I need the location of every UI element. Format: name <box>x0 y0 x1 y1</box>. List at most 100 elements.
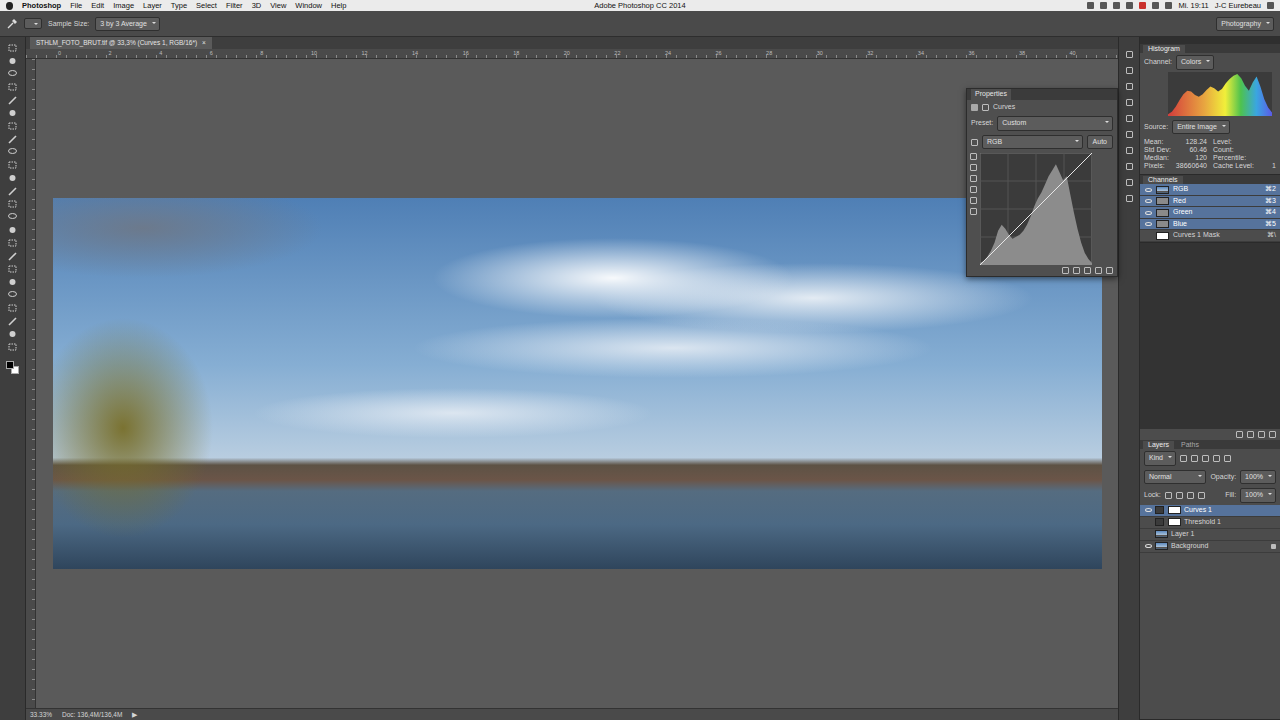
save-selection-icon[interactable] <box>1247 431 1254 438</box>
layer-row[interactable]: Threshold 1 <box>1140 517 1280 529</box>
trash-icon[interactable] <box>1106 267 1113 274</box>
filter-select[interactable]: Kind <box>1144 451 1176 466</box>
status-icon[interactable] <box>1139 2 1146 9</box>
document-tab[interactable]: STHLM_FOTO_BRUT.tif @ 33,3% (Curves 1, R… <box>30 37 212 49</box>
eyedropper-icon[interactable] <box>970 175 977 182</box>
lock-pixels-icon[interactable] <box>1165 492 1172 499</box>
tool-icon[interactable] <box>7 290 18 300</box>
auto-button[interactable]: Auto <box>1087 135 1113 150</box>
tool-icon[interactable] <box>7 121 18 131</box>
dock-icon[interactable] <box>1126 147 1133 154</box>
user-name[interactable]: J-C Eurebeau <box>1215 0 1261 11</box>
visibility-toggle[interactable] <box>1144 519 1152 525</box>
curve-line[interactable] <box>980 153 1092 265</box>
tool-icon[interactable] <box>7 95 18 105</box>
point-icon[interactable] <box>970 153 977 160</box>
tool-icon[interactable] <box>7 225 18 235</box>
dock-icon[interactable] <box>1126 131 1133 138</box>
dock-icon[interactable] <box>1126 163 1133 170</box>
tool-icon[interactable] <box>7 199 18 209</box>
menu-item[interactable]: View <box>270 0 286 11</box>
pixel-filter-icon[interactable] <box>1180 455 1187 462</box>
lock-all-icon[interactable] <box>1198 492 1205 499</box>
status-icon[interactable] <box>1100 2 1107 9</box>
smart-filter-icon[interactable] <box>1224 455 1231 462</box>
dock-icon[interactable] <box>1126 195 1133 202</box>
status-icon[interactable] <box>1152 2 1159 9</box>
channels-panel[interactable]: ChannelsRGB⌘2Red⌘3Green⌘4Blue⌘5Curves 1 … <box>1140 175 1280 243</box>
close-button[interactable]: × <box>202 38 206 48</box>
visibility-toggle[interactable] <box>1144 233 1152 239</box>
tool-icon[interactable] <box>7 212 18 222</box>
channel-row[interactable]: Green⌘4 <box>1140 207 1280 219</box>
status-icon[interactable] <box>1113 2 1120 9</box>
reset-icon[interactable] <box>1084 267 1091 274</box>
dock-icon[interactable] <box>1126 115 1133 122</box>
menu-item[interactable]: Type <box>171 0 187 11</box>
curves-icon[interactable] <box>971 104 978 111</box>
channel-select[interactable]: Colors <box>1176 55 1214 70</box>
tool-icon[interactable] <box>7 173 18 183</box>
panel-tab[interactable]: Layers <box>1143 441 1174 449</box>
tool-icon[interactable] <box>7 342 18 352</box>
tool-icon[interactable] <box>7 316 18 326</box>
panel-tab[interactable]: Histogram <box>1143 45 1185 53</box>
source-select[interactable]: Entire Image <box>1172 120 1230 135</box>
clip-icon[interactable] <box>1062 267 1069 274</box>
tool-icon[interactable] <box>7 251 18 261</box>
status-menu-button[interactable]: ▶ <box>132 710 137 720</box>
load-selection-icon[interactable] <box>1236 431 1243 438</box>
trash-icon[interactable] <box>1269 431 1276 438</box>
eyedropper-icon[interactable] <box>6 18 18 30</box>
dock-icon[interactable] <box>1126 99 1133 106</box>
type-filter-icon[interactable] <box>1202 455 1209 462</box>
smooth-icon[interactable] <box>970 208 977 215</box>
photo[interactable] <box>53 198 1102 569</box>
lock-paint-icon[interactable] <box>1176 492 1183 499</box>
visibility-toggle[interactable] <box>1144 221 1152 227</box>
tool-icon[interactable] <box>7 277 18 287</box>
menu-item[interactable]: Filter <box>226 0 243 11</box>
adjustment-filter-icon[interactable] <box>1191 455 1198 462</box>
color-swatches[interactable] <box>6 361 19 374</box>
eyedropper-icon[interactable] <box>970 186 977 193</box>
status-icon[interactable] <box>1165 2 1172 9</box>
sample-size-select[interactable]: 3 by 3 Average <box>95 17 160 32</box>
histogram-panel[interactable]: HistogramChannel:ColorsSource:Entire Ima… <box>1140 44 1280 175</box>
tool-icon[interactable] <box>7 303 18 313</box>
foreground-color[interactable] <box>6 361 14 369</box>
menu-item[interactable]: Layer <box>143 0 162 11</box>
tool-icon[interactable] <box>7 56 18 66</box>
visibility-toggle[interactable] <box>1144 210 1152 216</box>
zoom-level[interactable]: 33.33% <box>30 710 52 720</box>
tool-icon[interactable] <box>7 43 18 53</box>
tool-preset-picker[interactable] <box>24 18 42 29</box>
channel-row[interactable]: Blue⌘5 <box>1140 219 1280 231</box>
menu-item[interactable]: Edit <box>91 0 104 11</box>
tool-icon[interactable] <box>7 82 18 92</box>
tool-icon[interactable] <box>7 69 18 79</box>
layer-row[interactable]: Background <box>1140 541 1280 553</box>
mask-icon[interactable] <box>982 104 989 111</box>
visibility-toggle[interactable] <box>1144 198 1152 204</box>
apple-icon[interactable] <box>6 2 13 10</box>
status-icon[interactable] <box>1126 2 1133 9</box>
tool-icon[interactable] <box>7 147 18 157</box>
fill-field[interactable]: 100% <box>1240 488 1276 503</box>
new-channel-icon[interactable] <box>1258 431 1265 438</box>
lock-position-icon[interactable] <box>1187 492 1194 499</box>
preset-select[interactable]: Custom <box>997 116 1113 131</box>
channel-row[interactable]: Red⌘3 <box>1140 196 1280 208</box>
dock-icon[interactable] <box>1126 179 1133 186</box>
pencil-icon[interactable] <box>970 164 977 171</box>
visibility-toggle[interactable] <box>1144 507 1152 513</box>
channel-select[interactable]: RGB <box>982 135 1083 150</box>
properties-panel[interactable]: PropertiesCurvesPreset:CustomRGBAuto <box>966 88 1118 277</box>
dock-icon[interactable] <box>1126 51 1133 58</box>
layer-row[interactable]: Curves 1 <box>1140 505 1280 517</box>
channel-row[interactable]: Curves 1 Mask⌘\ <box>1140 230 1280 242</box>
visibility-toggle[interactable] <box>1144 543 1152 549</box>
panel-tab[interactable]: Channels <box>1143 176 1183 184</box>
dock-icon[interactable] <box>1126 67 1133 74</box>
panel-tab[interactable]: Paths <box>1176 441 1204 449</box>
